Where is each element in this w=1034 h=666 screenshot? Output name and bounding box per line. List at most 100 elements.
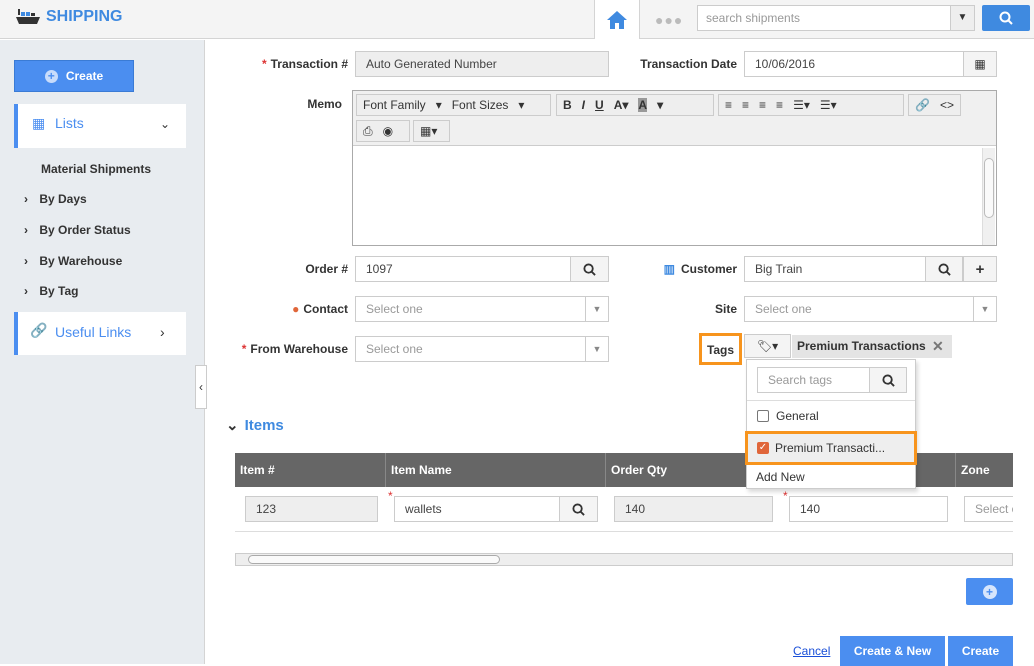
col-item-name: Item Name — [386, 453, 606, 487]
align-center-icon[interactable]: ≡ — [742, 98, 749, 112]
order-number-field[interactable]: 1097 — [355, 256, 571, 282]
preview-eye-icon[interactable]: ◉ — [383, 124, 393, 138]
contact-select[interactable]: Select one — [355, 296, 609, 322]
tag-option-general[interactable]: General — [757, 409, 819, 423]
order-label: Order # — [305, 262, 348, 276]
align-left-icon[interactable]: ≡ — [725, 98, 732, 112]
search-button[interactable] — [982, 5, 1030, 31]
tag-search-button[interactable] — [869, 367, 907, 393]
site-select[interactable]: Select one — [744, 296, 997, 322]
from-warehouse-select[interactable]: Select one — [355, 336, 609, 362]
tag-search-input[interactable]: Search tags — [757, 367, 870, 393]
font-sizes-select[interactable]: Font Sizes — [452, 98, 509, 112]
add-new-tag-link[interactable]: Add New — [756, 470, 805, 484]
sidebar-item-by-tag[interactable]: › By Tag — [24, 284, 78, 298]
table-insert-button[interactable]: ▦▾ — [413, 120, 450, 142]
create-and-new-button[interactable]: Create & New — [840, 636, 945, 666]
checkbox-unchecked-icon[interactable] — [757, 410, 769, 422]
customer-label: ▥ Customer — [655, 262, 737, 276]
sidebar-useful-links[interactable]: 🔗 Useful Links › — [14, 312, 186, 355]
search-icon — [583, 262, 596, 276]
item-name-field[interactable]: wallets — [394, 496, 560, 522]
create-button[interactable]: + Create — [14, 60, 134, 92]
search-icon — [999, 11, 1013, 25]
search-icon — [937, 262, 951, 276]
item-search-button[interactable] — [559, 496, 598, 522]
text: Transaction # — [270, 57, 348, 71]
chevron-right-icon: › — [160, 324, 165, 340]
order-search-button[interactable] — [570, 256, 609, 282]
contact-label: ● Contact — [270, 302, 348, 316]
label: By Warehouse — [39, 254, 123, 268]
chevron-down-icon: ⌄ — [226, 417, 239, 434]
order-qty-field: 140 — [614, 496, 773, 522]
app-brand[interactable]: SHIPPING — [16, 8, 122, 26]
option-label: General — [776, 409, 819, 423]
create-submit-button[interactable]: Create — [948, 636, 1013, 666]
bullet-list-icon[interactable]: ☰▾ — [793, 98, 810, 112]
required-marker: * — [783, 489, 788, 503]
caret-down-icon: ▼ — [585, 297, 608, 321]
font-color-icon[interactable]: A▾ — [614, 98, 629, 112]
label: By Order Status — [39, 223, 131, 237]
memo-label: Memo — [307, 97, 342, 111]
item-number-field: 123 — [245, 496, 378, 522]
home-icon — [607, 10, 627, 29]
print-icon[interactable]: ⎙ — [363, 124, 373, 139]
caret-down-icon: ▾ — [518, 98, 525, 112]
cancel-link[interactable]: Cancel — [793, 644, 830, 658]
code-icon[interactable]: <> — [940, 98, 954, 112]
zone-select[interactable]: Select o — [964, 496, 1013, 522]
calendar-button[interactable]: ▦ — [963, 51, 997, 77]
header-bar: SHIPPING ●●● search shipments ▼ — [0, 0, 1034, 39]
checkbox-checked-icon[interactable]: ✓ — [757, 442, 769, 454]
memo-scrollbar[interactable] — [982, 148, 995, 245]
search-input[interactable]: search shipments — [697, 5, 951, 31]
bold-icon[interactable]: B — [563, 98, 572, 112]
memo-editor: Font Family ▾ Font Sizes ▾ B I U A▾ A ▾ ≡ ≡ ≡ ≡ ☰▾ ☰… — [352, 90, 997, 246]
remove-tag-icon[interactable]: ✕ — [932, 338, 944, 355]
align-right-icon[interactable]: ≡ — [759, 98, 766, 112]
tag-option-premium-transactions[interactable]: ✓ Premium Transacti... — [745, 431, 917, 465]
tag-text: Premium Transactions — [797, 339, 926, 353]
home-button[interactable] — [594, 0, 640, 39]
table-horizontal-scrollbar[interactable] — [235, 553, 1013, 566]
sidebar-item-by-warehouse[interactable]: › By Warehouse — [24, 254, 122, 268]
qty-field[interactable]: 140 — [789, 496, 948, 522]
link-icon[interactable]: 🔗 — [915, 98, 930, 112]
items-section-toggle[interactable]: ⌄ Items — [226, 416, 284, 434]
numbered-list-icon[interactable]: ☰▾ — [820, 98, 837, 112]
tags-dropdown-button[interactable]: 🏷▾ — [744, 334, 791, 358]
plus-circle-icon: + — [44, 69, 58, 83]
customer-field[interactable]: Big Train — [744, 256, 926, 282]
required-marker: * — [388, 489, 393, 503]
transaction-date-field[interactable]: 10/06/2016 — [744, 51, 964, 77]
editor-paragraph-group: ≡ ≡ ≡ ≡ ☰▾ ☰▾ — [718, 94, 904, 116]
text: Contact — [303, 302, 348, 316]
add-item-button[interactable]: + — [966, 578, 1013, 605]
collapse-sidebar-toggle[interactable]: ‹ — [195, 365, 207, 409]
italic-icon[interactable]: I — [582, 98, 585, 112]
search-dropdown[interactable]: ▼ — [950, 5, 975, 31]
sidebar-lists[interactable]: ▦ Lists ⌄ — [14, 104, 186, 148]
more-icon[interactable]: ●●● — [655, 12, 683, 28]
font-family-select[interactable]: Font Family — [363, 98, 426, 112]
sidebar-item-by-days[interactable]: › By Days — [24, 192, 87, 206]
building-icon: ▥ — [663, 262, 675, 276]
caret-down-icon: ▼ — [585, 337, 608, 361]
justify-icon[interactable]: ≡ — [776, 98, 783, 112]
sidebar-item-by-order-status[interactable]: › By Order Status — [24, 223, 131, 237]
background-color-icon[interactable]: A — [638, 98, 648, 112]
col-item-no: Item # — [235, 453, 386, 487]
selected-tag-chip: Premium Transactions ✕ — [792, 335, 952, 358]
underline-icon[interactable]: U — [595, 98, 604, 112]
editor-insert-group: 🔗 <> — [908, 94, 961, 116]
editor-format-group: B I U A▾ A ▾ — [556, 94, 714, 116]
add-customer-button[interactable]: + — [963, 256, 997, 282]
plus-circle-icon: + — [982, 584, 997, 599]
transaction-label: * Transaction # — [261, 57, 348, 71]
transaction-date-label: Transaction Date — [640, 57, 737, 71]
customer-search-button[interactable] — [925, 256, 963, 282]
sidebar-item-material-shipments[interactable]: Material Shipments — [41, 162, 151, 176]
text: Customer — [680, 262, 737, 276]
